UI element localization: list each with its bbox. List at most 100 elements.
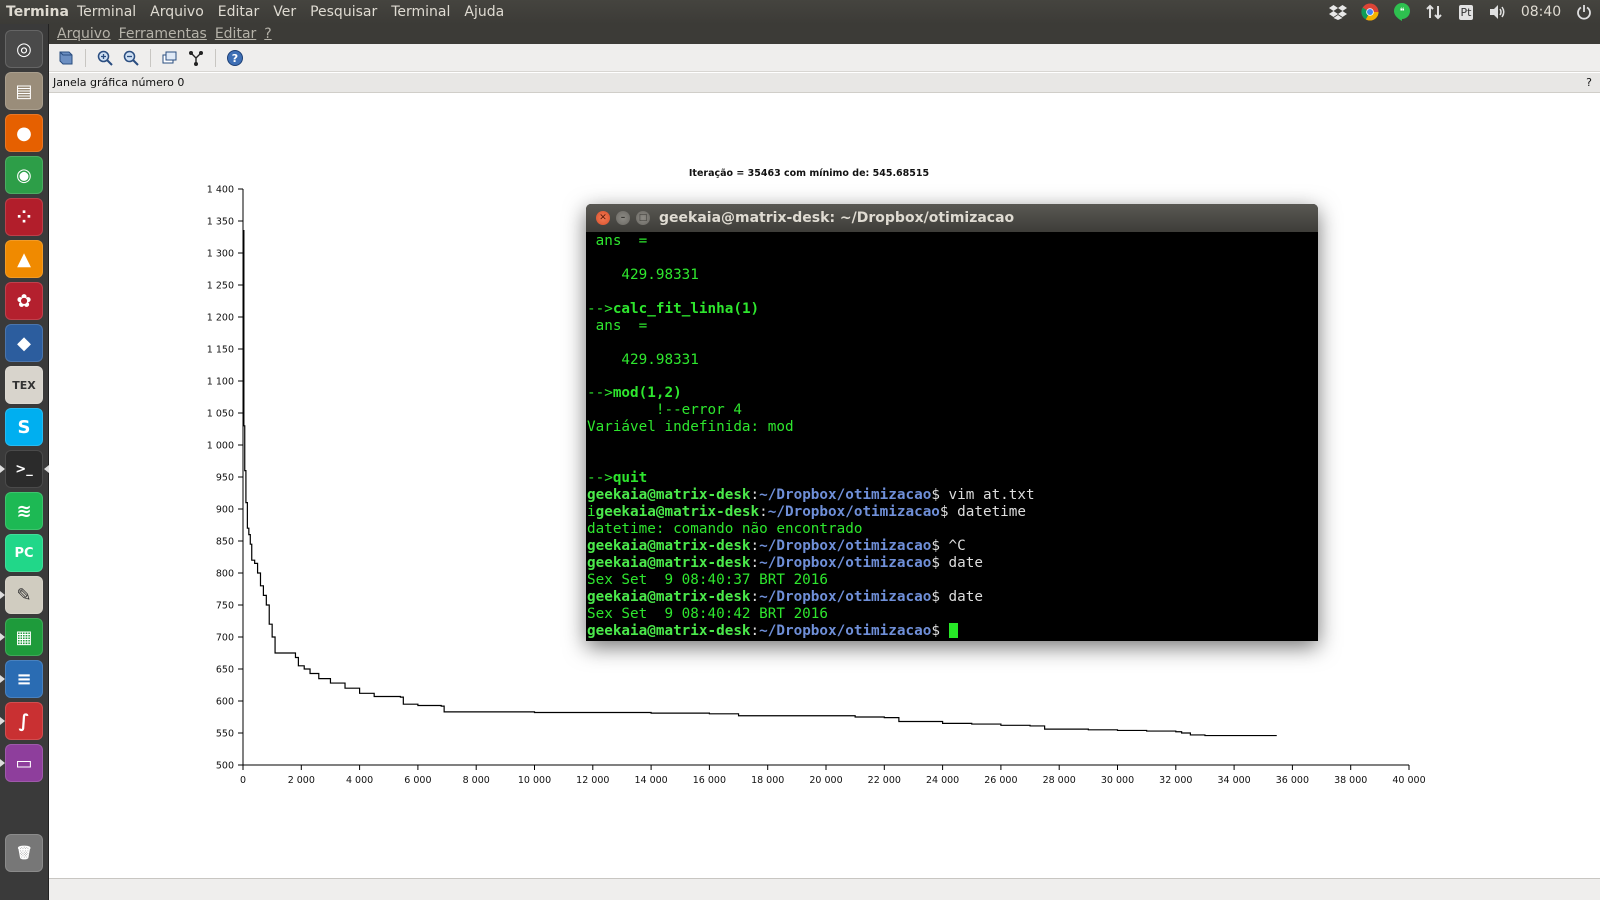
prompt-path: ~/Dropbox/otimizacao xyxy=(759,554,932,571)
menu-arquivo[interactable]: Arquivo xyxy=(143,4,211,20)
terminal-text: !--error 4 xyxy=(587,402,742,419)
prompt-separator: : xyxy=(750,588,760,605)
prompt-user-host: geekaia@matrix-desk xyxy=(595,504,760,520)
prompt-dollar: $ xyxy=(931,588,940,605)
terminal-line: Sex Set 9 08:40:42 BRT 2016 xyxy=(587,606,1318,623)
mendeley-icon[interactable]: ✿ xyxy=(5,282,43,320)
scilab-prompt: --> xyxy=(587,300,613,317)
minimize-button[interactable]: – xyxy=(616,211,630,225)
shell-command: date xyxy=(939,588,983,605)
shell-command: datetime xyxy=(948,504,1026,520)
x-tick-label: 10 000 xyxy=(518,775,551,786)
x-tick-label: 4 000 xyxy=(346,775,373,786)
scilab-prompt: --> xyxy=(587,385,613,402)
y-tick-label: 900 xyxy=(216,505,234,516)
x-tick-label: 34 000 xyxy=(1217,775,1250,786)
prompt-dollar: $ xyxy=(931,537,940,554)
y-tick-label: 800 xyxy=(216,569,234,580)
x-tick-label: 40 000 xyxy=(1392,775,1425,786)
y-tick-label: 650 xyxy=(216,665,234,676)
app-red-dots-icon[interactable]: ⁘ xyxy=(5,198,43,236)
x-tick-label: 0 xyxy=(240,775,246,786)
terminal-text: Variável indefinida: mod xyxy=(587,419,794,436)
menu-editar[interactable]: Editar xyxy=(211,4,266,20)
chrome-icon[interactable] xyxy=(1354,0,1386,24)
running-indicator xyxy=(0,759,5,767)
x-tick-label: 24 000 xyxy=(926,775,959,786)
pycharm-icon[interactable]: PC xyxy=(5,534,43,572)
y-tick-label: 600 xyxy=(216,697,234,708)
plot-title: Iteração = 35463 com mínimo de: 545.6851… xyxy=(689,168,929,179)
scilab-graphic-icon[interactable]: ▭ xyxy=(5,744,43,782)
y-tick-label: 950 xyxy=(216,473,234,484)
terminal-icon[interactable]: >_ xyxy=(5,450,43,488)
terminal-line: -->mod(1,2) xyxy=(587,385,1318,402)
shell-command: vim at.txt xyxy=(939,487,1035,504)
terminal-text: 429.98331 xyxy=(587,351,699,368)
skype-icon[interactable]: S xyxy=(5,408,43,446)
prompt-dollar: $ xyxy=(931,622,940,639)
prompt-separator: : xyxy=(750,537,760,554)
menu-pesquisar[interactable]: Pesquisar xyxy=(303,4,384,20)
x-tick-label: 12 000 xyxy=(576,775,609,786)
dropbox-icon[interactable] xyxy=(1322,0,1354,24)
terminal-window[interactable]: ✕ – □ geekaia@matrix-desk: ~/Dropbox/oti… xyxy=(586,204,1318,641)
virtualbox-icon[interactable]: ◆ xyxy=(5,324,43,362)
terminal-line: Sex Set 9 08:40:37 BRT 2016 xyxy=(587,572,1318,589)
prompt-separator: : xyxy=(750,554,760,571)
terminal-output[interactable]: ans = 429.98331 -->calc_fit_linha(1) ans … xyxy=(586,232,1318,641)
prompt-separator: : xyxy=(750,487,760,504)
texmaker-icon[interactable]: TEX xyxy=(5,366,43,404)
keyboard-layout: Pt xyxy=(1458,4,1474,20)
keyboard-icon[interactable]: Pt xyxy=(1450,0,1482,24)
terminal-titlebar[interactable]: ✕ – □ geekaia@matrix-desk: ~/Dropbox/oti… xyxy=(586,204,1318,232)
network-icon[interactable] xyxy=(1418,0,1450,24)
vlc-icon[interactable]: ▲ xyxy=(5,240,43,278)
libreoffice-calc-icon[interactable]: ▦ xyxy=(5,618,43,656)
maximize-button[interactable]: □ xyxy=(636,211,650,225)
menu-ajuda[interactable]: Ajuda xyxy=(457,4,511,20)
running-indicator xyxy=(0,717,5,725)
x-tick-label: 2 000 xyxy=(288,775,315,786)
terminal-line: geekaia@matrix-desk:~/Dropbox/otimizacao… xyxy=(587,487,1318,504)
power-icon[interactable] xyxy=(1568,0,1600,24)
menu-terminal-title[interactable]: Terminal xyxy=(70,4,143,20)
ubuntu-dash-icon[interactable]: ◎ xyxy=(5,30,43,68)
terminal-title: geekaia@matrix-desk: ~/Dropbox/otimizaca… xyxy=(659,210,1015,226)
menu-terminal[interactable]: Terminal xyxy=(384,4,457,20)
y-tick-label: 850 xyxy=(216,537,234,548)
terminal-text: ans = xyxy=(587,233,648,249)
text-editor-icon[interactable]: ✎ xyxy=(5,576,43,614)
files-icon[interactable]: ▤ xyxy=(5,72,43,110)
y-tick-label: 1 350 xyxy=(207,217,234,228)
x-tick-label: 38 000 xyxy=(1334,775,1367,786)
hangouts-icon[interactable]: ❝ xyxy=(1386,0,1418,24)
spotify-icon[interactable]: ≋ xyxy=(5,492,43,530)
libreoffice-writer-icon[interactable]: ≡ xyxy=(5,660,43,698)
chrome-icon[interactable]: ◉ xyxy=(5,156,43,194)
firefox-icon[interactable]: ● xyxy=(5,114,43,152)
terminal-line: ans = xyxy=(587,233,1318,250)
terminal-line: geekaia@matrix-desk:~/Dropbox/otimizacao… xyxy=(587,555,1318,572)
scilab-icon[interactable]: ∫ xyxy=(5,702,43,740)
terminal-line: geekaia@matrix-desk:~/Dropbox/otimizacao… xyxy=(587,622,1318,640)
prompt-user-host: geekaia@matrix-desk xyxy=(587,537,751,554)
trash-icon[interactable]: 🗑 xyxy=(5,834,43,872)
launcher: ◎ ▤ ● ◉ ⁘ ▲ ✿ ◆ TEX S >_ ≋ PC ✎ ▦ ≡ ∫ ▭ 🗑 xyxy=(0,24,49,900)
app-name: Terminal xyxy=(6,4,70,20)
terminal-line: -->quit xyxy=(587,470,1318,487)
shell-command: ^C xyxy=(939,537,966,554)
svg-text:❝: ❝ xyxy=(1400,7,1405,17)
x-tick-label: 16 000 xyxy=(693,775,726,786)
menu-ver[interactable]: Ver xyxy=(266,4,303,20)
terminal-line: ans = xyxy=(587,318,1318,335)
close-button[interactable]: ✕ xyxy=(596,211,610,225)
prompt-user-host: geekaia@matrix-desk xyxy=(587,487,751,504)
terminal-text: datetime: comando não encontrado xyxy=(587,520,863,537)
volume-icon[interactable] xyxy=(1482,0,1514,24)
clock[interactable]: 08:40 xyxy=(1514,0,1568,24)
running-indicator xyxy=(0,465,5,473)
terminal-line: 429.98331 xyxy=(587,352,1318,369)
